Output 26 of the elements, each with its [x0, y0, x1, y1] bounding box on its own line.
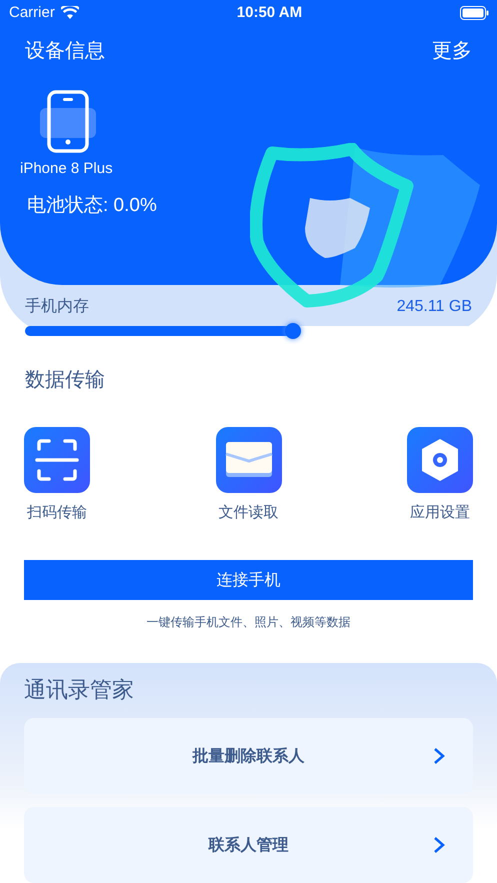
section-title: 数据传输 — [25, 368, 106, 393]
caption: 一键传输手机文件、照片、视频等数据 — [146, 614, 352, 631]
carrier-label: Carrier — [9, 4, 55, 21]
action-item[interactable]: 文件读取 — [204, 427, 294, 522]
action-item[interactable]: 应用设置 — [395, 427, 485, 522]
page-title: 设备信息 — [25, 39, 105, 64]
connect-button[interactable]: 连接手机 — [24, 560, 473, 600]
section-title: 通讯录管家 — [24, 676, 135, 704]
action-item[interactable]: 扫码传输 — [12, 427, 102, 522]
phone-icon — [40, 90, 96, 154]
envelope-icon — [216, 427, 282, 493]
scan-icon — [24, 427, 90, 493]
settings-icon — [407, 427, 473, 493]
menu-item[interactable]: 联系人管理 — [24, 807, 473, 883]
clock: 10:50 AM — [236, 4, 302, 21]
wifi-icon — [60, 6, 79, 19]
device-name: iPhone 8 Plus — [20, 160, 113, 177]
battery-icon — [460, 6, 489, 20]
chevron-icon — [433, 836, 445, 854]
storage-label: 手机内存 — [25, 296, 89, 317]
chevron-icon — [433, 747, 445, 765]
storage-size: 245.11 GB — [396, 298, 472, 316]
battery-status: 电池状态: 0.0% — [27, 194, 157, 218]
storage-thumb — [285, 323, 302, 339]
more-link[interactable]: 更多 — [432, 37, 472, 64]
menu-item[interactable]: 批量删除联系人 — [24, 718, 473, 794]
